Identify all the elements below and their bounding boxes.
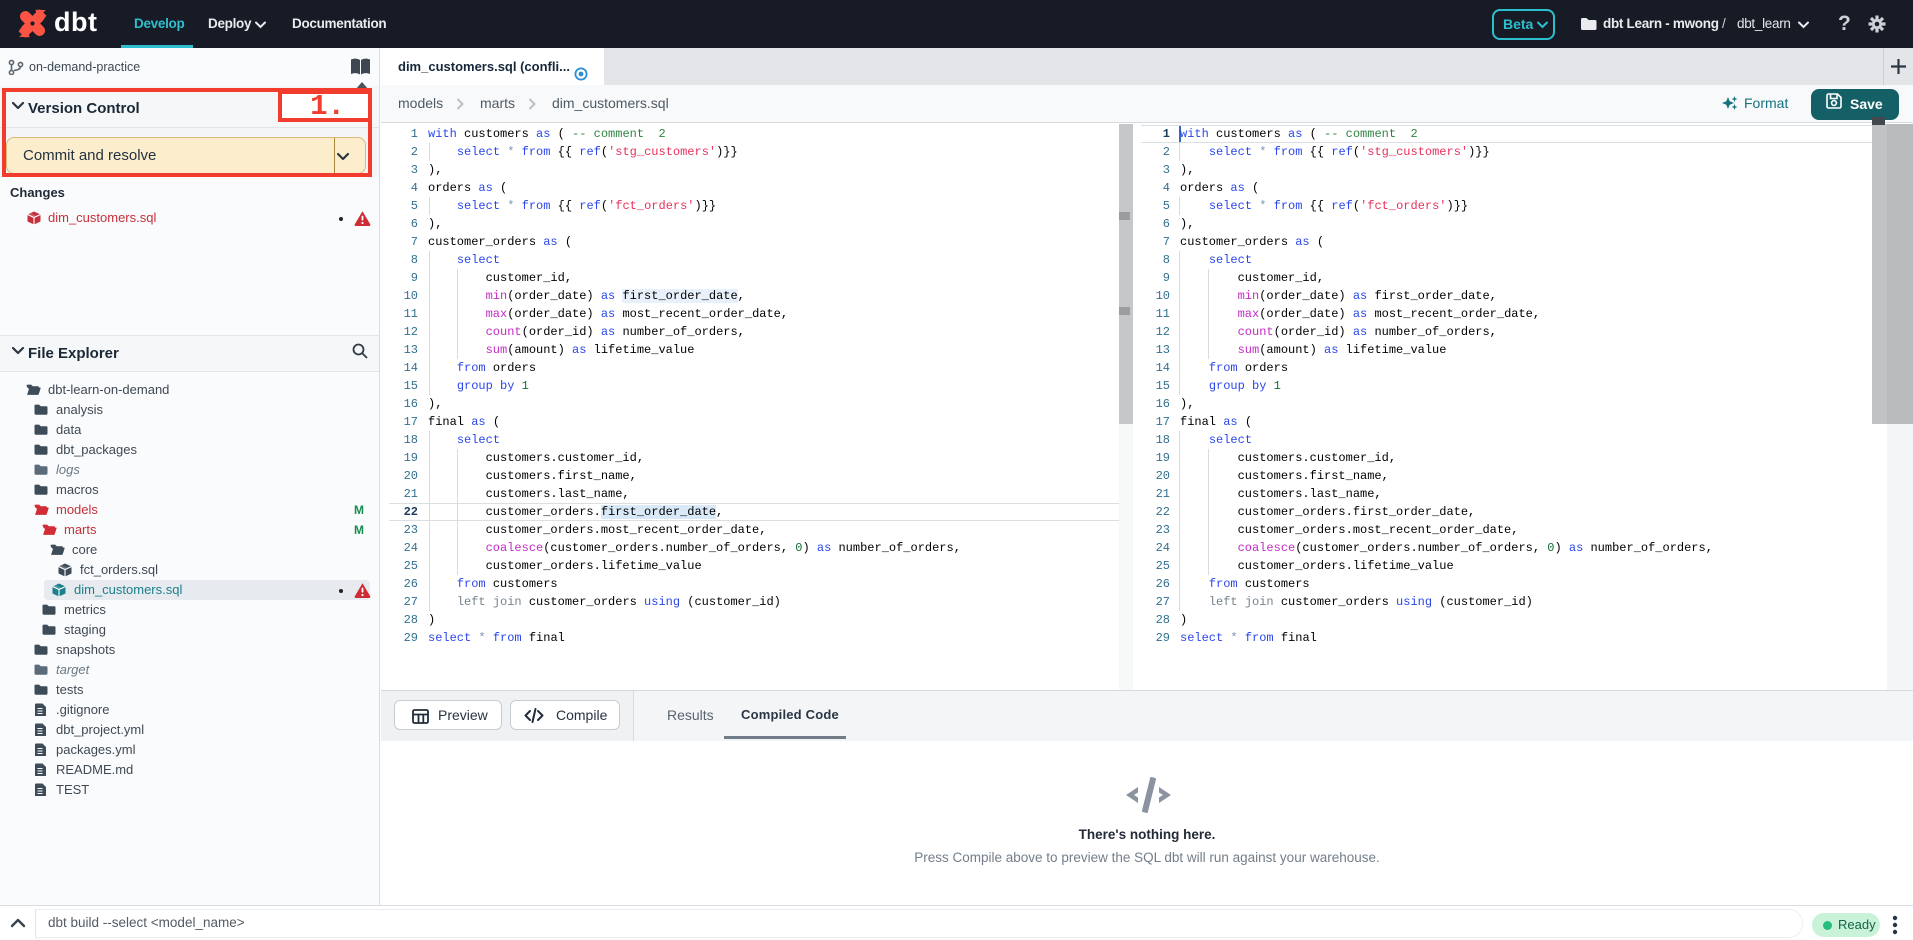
svg-text:?: ? xyxy=(1838,14,1851,34)
